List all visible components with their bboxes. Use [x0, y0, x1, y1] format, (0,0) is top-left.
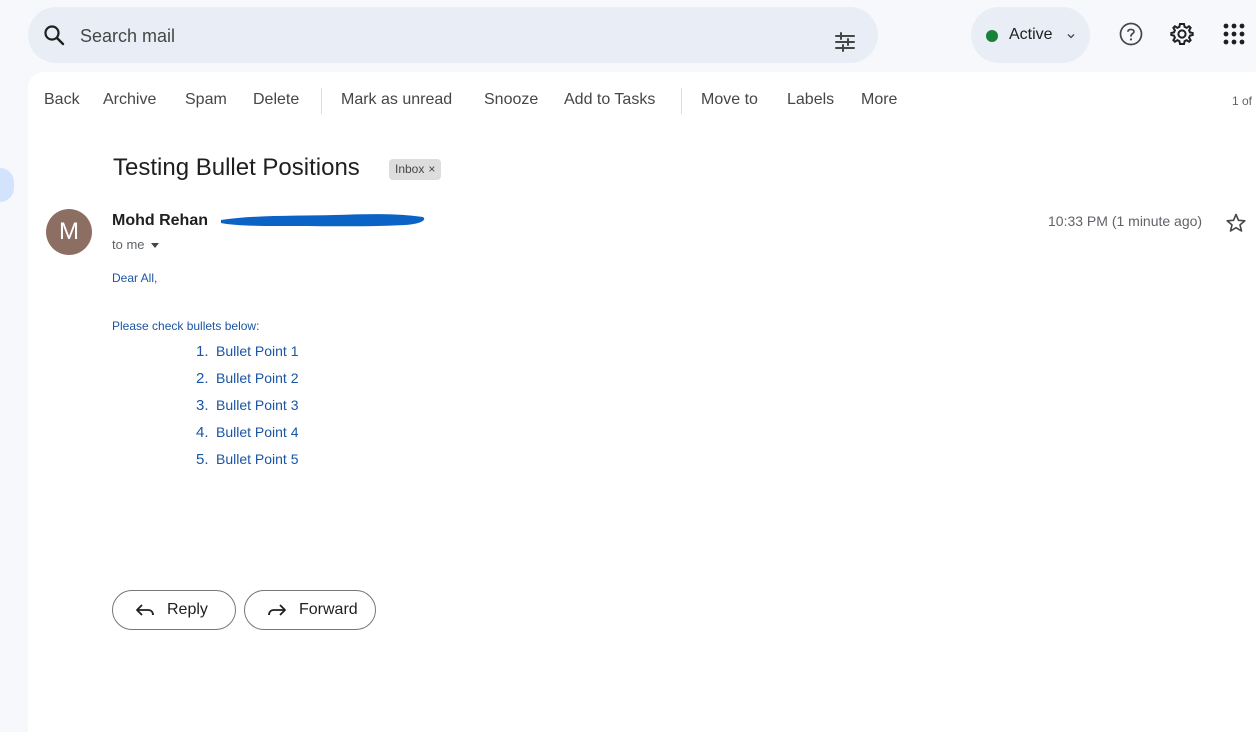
list-item-number: 2. — [196, 370, 209, 387]
forward-label: Forward — [299, 601, 358, 618]
list-item-number: 3. — [196, 397, 209, 414]
list-item-text: Bullet Point 2 — [216, 370, 299, 386]
toolbar-divider — [321, 88, 322, 114]
recipient-toggle[interactable]: to me — [112, 237, 159, 252]
status-label: Active — [1009, 26, 1053, 43]
help-icon[interactable] — [1118, 21, 1144, 47]
remove-label-icon[interactable]: × — [428, 162, 435, 176]
reply-label: Reply — [167, 601, 208, 618]
list-item: 1. Bullet Point 1 — [196, 341, 299, 368]
email-greeting: Dear All, — [112, 271, 158, 285]
sender-avatar[interactable]: M — [46, 209, 92, 255]
search-icon[interactable] — [42, 23, 66, 47]
delete-button[interactable]: Delete — [253, 91, 299, 109]
email-toolbar: Back Archive Spam Delete Mark as unread … — [28, 72, 1256, 130]
sender-name[interactable]: Mohd Rehan — [112, 212, 208, 230]
reply-icon — [136, 604, 154, 616]
forward-icon — [268, 604, 286, 616]
star-icon[interactable] — [1225, 212, 1247, 234]
email-subject: Testing Bullet Positions — [113, 154, 360, 181]
move-to-button[interactable]: Move to — [701, 91, 758, 109]
labels-button[interactable]: Labels — [787, 91, 834, 109]
more-button[interactable]: More — [861, 91, 897, 109]
list-item-text: Bullet Point 3 — [216, 397, 299, 413]
email-intro: Please check bullets below: — [112, 319, 260, 333]
list-item: 2. Bullet Point 2 — [196, 368, 299, 395]
to-me-text: to me — [112, 237, 145, 252]
add-to-tasks-button[interactable]: Add to Tasks — [564, 91, 655, 109]
list-item: 4. Bullet Point 4 — [196, 422, 299, 449]
inbox-label-chip: Inbox × — [389, 159, 442, 180]
spam-button[interactable]: Spam — [185, 91, 227, 109]
status-dot — [986, 30, 998, 42]
bullet-list: 1. Bullet Point 1 2. Bullet Point 2 3. Bull… — [196, 341, 299, 476]
settings-icon[interactable] — [1169, 21, 1195, 47]
redaction-scribble — [221, 214, 425, 227]
list-item-number: 1. — [196, 343, 209, 360]
email-timestamp: 10:33 PM (1 minute ago) — [1048, 213, 1203, 229]
list-item-text: Bullet Point 1 — [216, 343, 299, 359]
back-button[interactable]: Back — [44, 91, 80, 109]
archive-button[interactable]: Archive — [103, 91, 156, 109]
toolbar-divider — [681, 88, 682, 114]
reply-button[interactable]: Reply — [112, 590, 236, 630]
label-chip-text: Inbox — [395, 162, 425, 176]
pagination-text: 1 of — [1232, 94, 1253, 108]
tune-icon[interactable] — [833, 30, 857, 54]
list-item-number: 4. — [196, 424, 209, 441]
snooze-button[interactable]: Snooze — [484, 91, 538, 109]
caret-down-icon — [150, 243, 159, 249]
list-item: 5. Bullet Point 5 — [196, 449, 299, 476]
nav-rail-selected-pill — [0, 168, 14, 202]
list-item: 3. Bullet Point 3 — [196, 395, 299, 422]
email-view-card: Back Archive Spam Delete Mark as unread … — [28, 72, 1256, 732]
search-input[interactable] — [78, 21, 822, 51]
list-item-text: Bullet Point 4 — [216, 424, 299, 440]
list-item-number: 5. — [196, 451, 209, 468]
chevron-down-icon — [1067, 34, 1075, 39]
status-chip[interactable]: Active — [971, 7, 1090, 63]
search-bar — [28, 7, 878, 63]
apps-grid-icon[interactable] — [1221, 21, 1247, 47]
mark-unread-button[interactable]: Mark as unread — [341, 91, 452, 109]
forward-button[interactable]: Forward — [244, 590, 376, 630]
list-item-text: Bullet Point 5 — [216, 451, 299, 467]
